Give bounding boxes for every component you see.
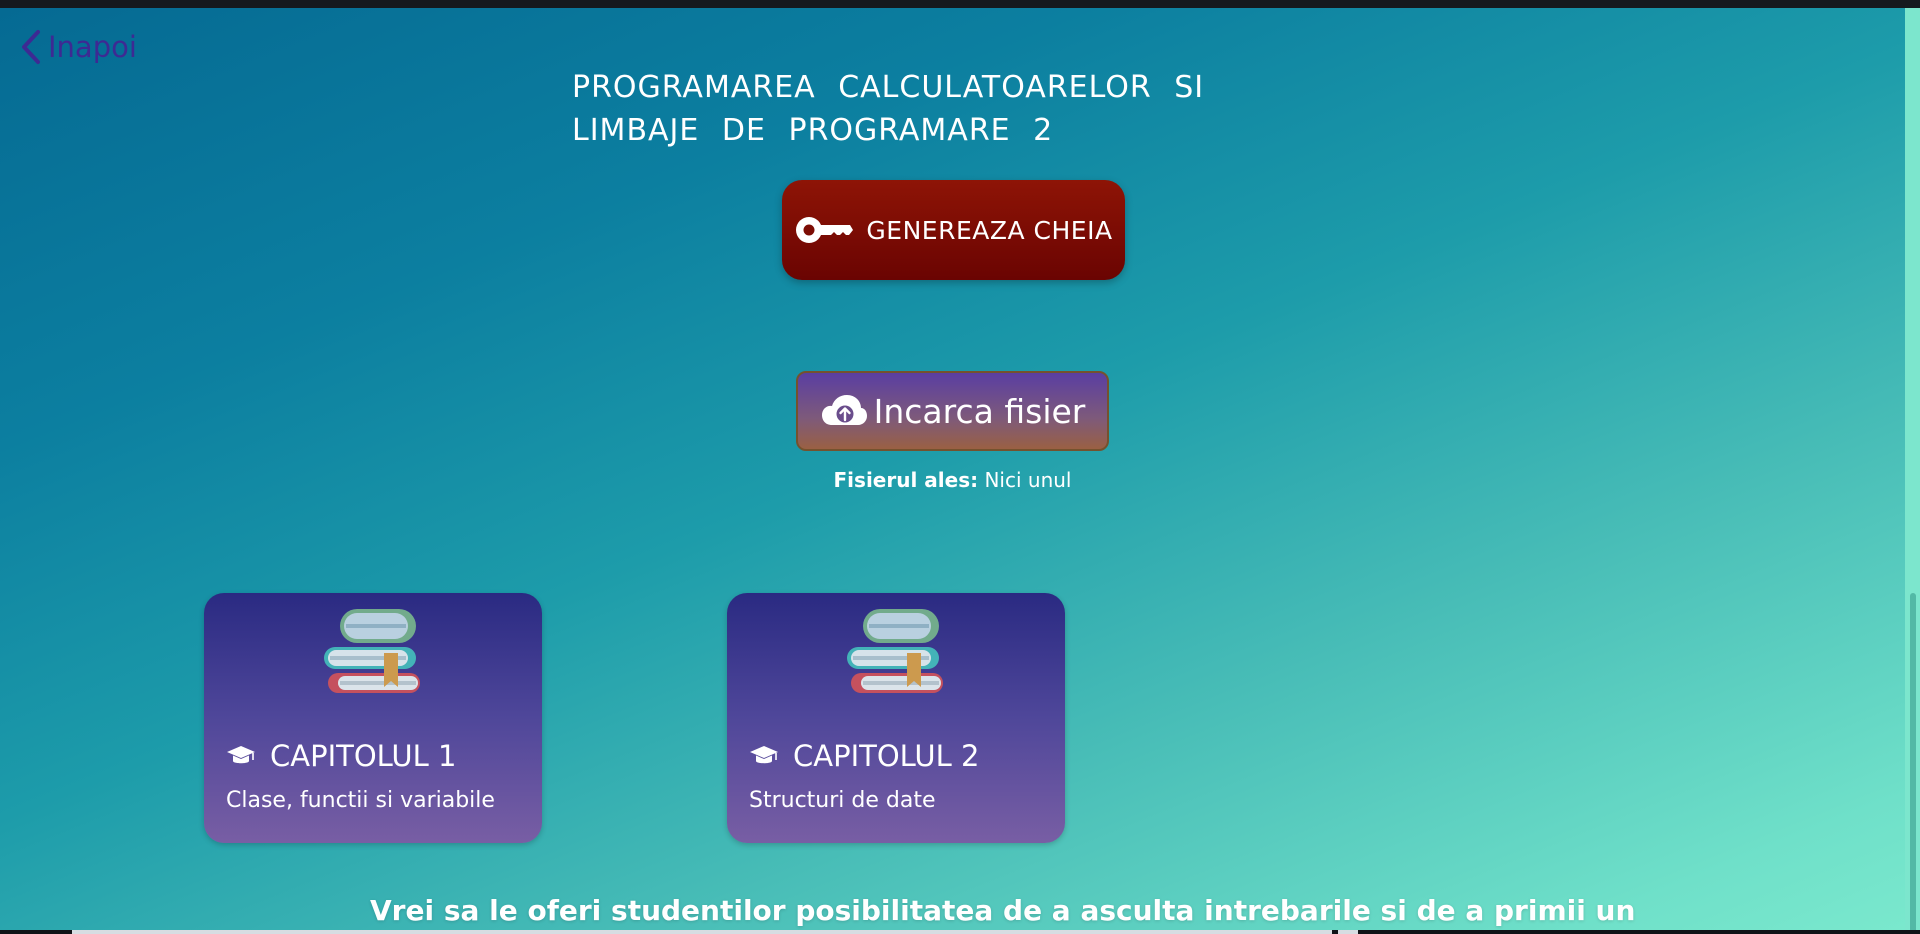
back-link-label: Inapoi: [48, 30, 137, 64]
back-link[interactable]: Inapoi: [18, 28, 137, 66]
selected-file-value: Nici unul: [984, 468, 1072, 492]
graduation-cap-icon: [227, 746, 255, 764]
key-icon: [796, 217, 854, 243]
page-background: Inapoi PROGRAMAREA CALCULATOARELOR SI LI…: [0, 8, 1905, 930]
chevron-left-icon: [22, 30, 40, 64]
upload-file-button[interactable]: Incarca fisier: [796, 371, 1109, 451]
promo-text: Vrei sa le oferi studentilor posibilitat…: [370, 894, 1636, 927]
cloud-upload-icon: [821, 395, 867, 425]
scrollbar-thumb[interactable]: [1910, 593, 1916, 934]
chapter-card-2[interactable]: CAPITOLUL 2 Structuri de date: [727, 593, 1065, 843]
graduation-cap-icon: [750, 746, 778, 764]
chapter-title-2: CAPITOLUL 2: [749, 739, 979, 773]
books-icon: [847, 609, 943, 693]
chapter-title-label-1: CAPITOLUL 1: [270, 739, 457, 773]
chapter-subtitle-1: Clase, functii si variabile: [226, 788, 495, 813]
upload-file-label: Incarca fisier: [873, 391, 1086, 431]
selected-file-label: Fisierul ales:: [833, 468, 979, 492]
chapter-card-1[interactable]: CAPITOLUL 1 Clase, functii si variabile: [204, 593, 542, 843]
generate-key-button[interactable]: GENEREAZA CHEIA: [782, 180, 1125, 280]
generate-key-label: GENEREAZA CHEIA: [866, 215, 1113, 245]
page-title: PROGRAMAREA CALCULATOARELOR SI LIMBAJE D…: [572, 70, 1205, 148]
bottom-bar-segment: [1338, 930, 1358, 934]
chapter-title-1: CAPITOLUL 1: [226, 739, 456, 773]
chapter-subtitle-2: Structuri de date: [749, 788, 936, 813]
window-top-bar: [0, 0, 1920, 8]
page-scrollbar[interactable]: [1905, 8, 1920, 934]
bottom-bar-segment: [72, 930, 1332, 934]
window-bottom-bar: [0, 930, 1920, 934]
books-icon: [324, 609, 420, 693]
chapter-title-label-2: CAPITOLUL 2: [793, 739, 980, 773]
selected-file-status: Fisierul ales: Nici unul: [700, 468, 1205, 492]
